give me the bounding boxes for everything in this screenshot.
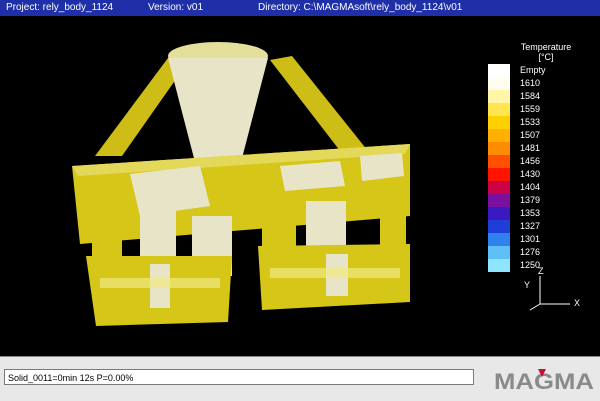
casting-model [72, 42, 410, 326]
legend-value: 1610 [520, 78, 541, 88]
legend-swatch [488, 207, 510, 220]
simulation-viewport[interactable]: Temperature [°C] Empty 1610 1584 1559 1533 15… [0, 16, 600, 356]
magma-logo: MAGMA [494, 369, 594, 394]
legend-swatch [488, 64, 510, 77]
legend-value: 1430 [520, 169, 541, 179]
directory-path: Directory: C:\MAGMAsoft\rely_body_1124\v… [258, 2, 463, 13]
legend-value: Empty [520, 65, 546, 75]
legend-title-line1: Temperature [520, 42, 572, 52]
axis-x-label: X [574, 298, 581, 308]
legend-value: 1481 [520, 143, 541, 153]
legend-value: 1584 [520, 91, 541, 101]
axis-z-label: Z [538, 266, 544, 276]
axis-triad [529, 276, 570, 311]
legend-swatch [488, 194, 510, 207]
project-name: Project: rely_body_1124 [6, 2, 114, 13]
legend-swatch [488, 181, 510, 194]
legend-swatch [488, 129, 510, 142]
axis-y-label: Y [524, 280, 531, 290]
status-field: Solid_0011=0min 12s P=0.00% [4, 369, 474, 385]
casting-body [72, 42, 410, 326]
legend-value: 1276 [520, 247, 541, 257]
legend-value: 1559 [520, 104, 541, 114]
legend-swatch [488, 233, 510, 246]
legend-value: 1456 [520, 156, 541, 166]
legend-value: 1353 [520, 208, 541, 218]
legend-title: Temperature [°C] [496, 42, 596, 62]
legend-swatch [488, 90, 510, 103]
status-bar: Solid_0011=0min 12s P=0.00% MAGMA [0, 356, 600, 401]
legend-swatch [488, 220, 510, 233]
legend-swatch [488, 103, 510, 116]
legend-value: 1379 [520, 195, 541, 205]
legend-value: 1533 [520, 117, 541, 127]
legend-value: 1327 [520, 221, 541, 231]
version-label: Version: v01 [148, 2, 204, 13]
legend-value: 1301 [520, 234, 541, 244]
legend-swatch [488, 142, 510, 155]
legend-swatch [488, 246, 510, 259]
legend-title-line2: [°C] [538, 52, 554, 62]
title-bar: Project: rely_body_1124 Version: v01 Dir… [0, 0, 600, 16]
legend-swatch [488, 155, 510, 168]
legend-swatch [488, 116, 510, 129]
legend-swatch [488, 259, 510, 272]
legend-swatch [488, 77, 510, 90]
legend-swatch [488, 168, 510, 181]
legend-value: 1404 [520, 182, 541, 192]
legend-value: 1507 [520, 130, 541, 140]
